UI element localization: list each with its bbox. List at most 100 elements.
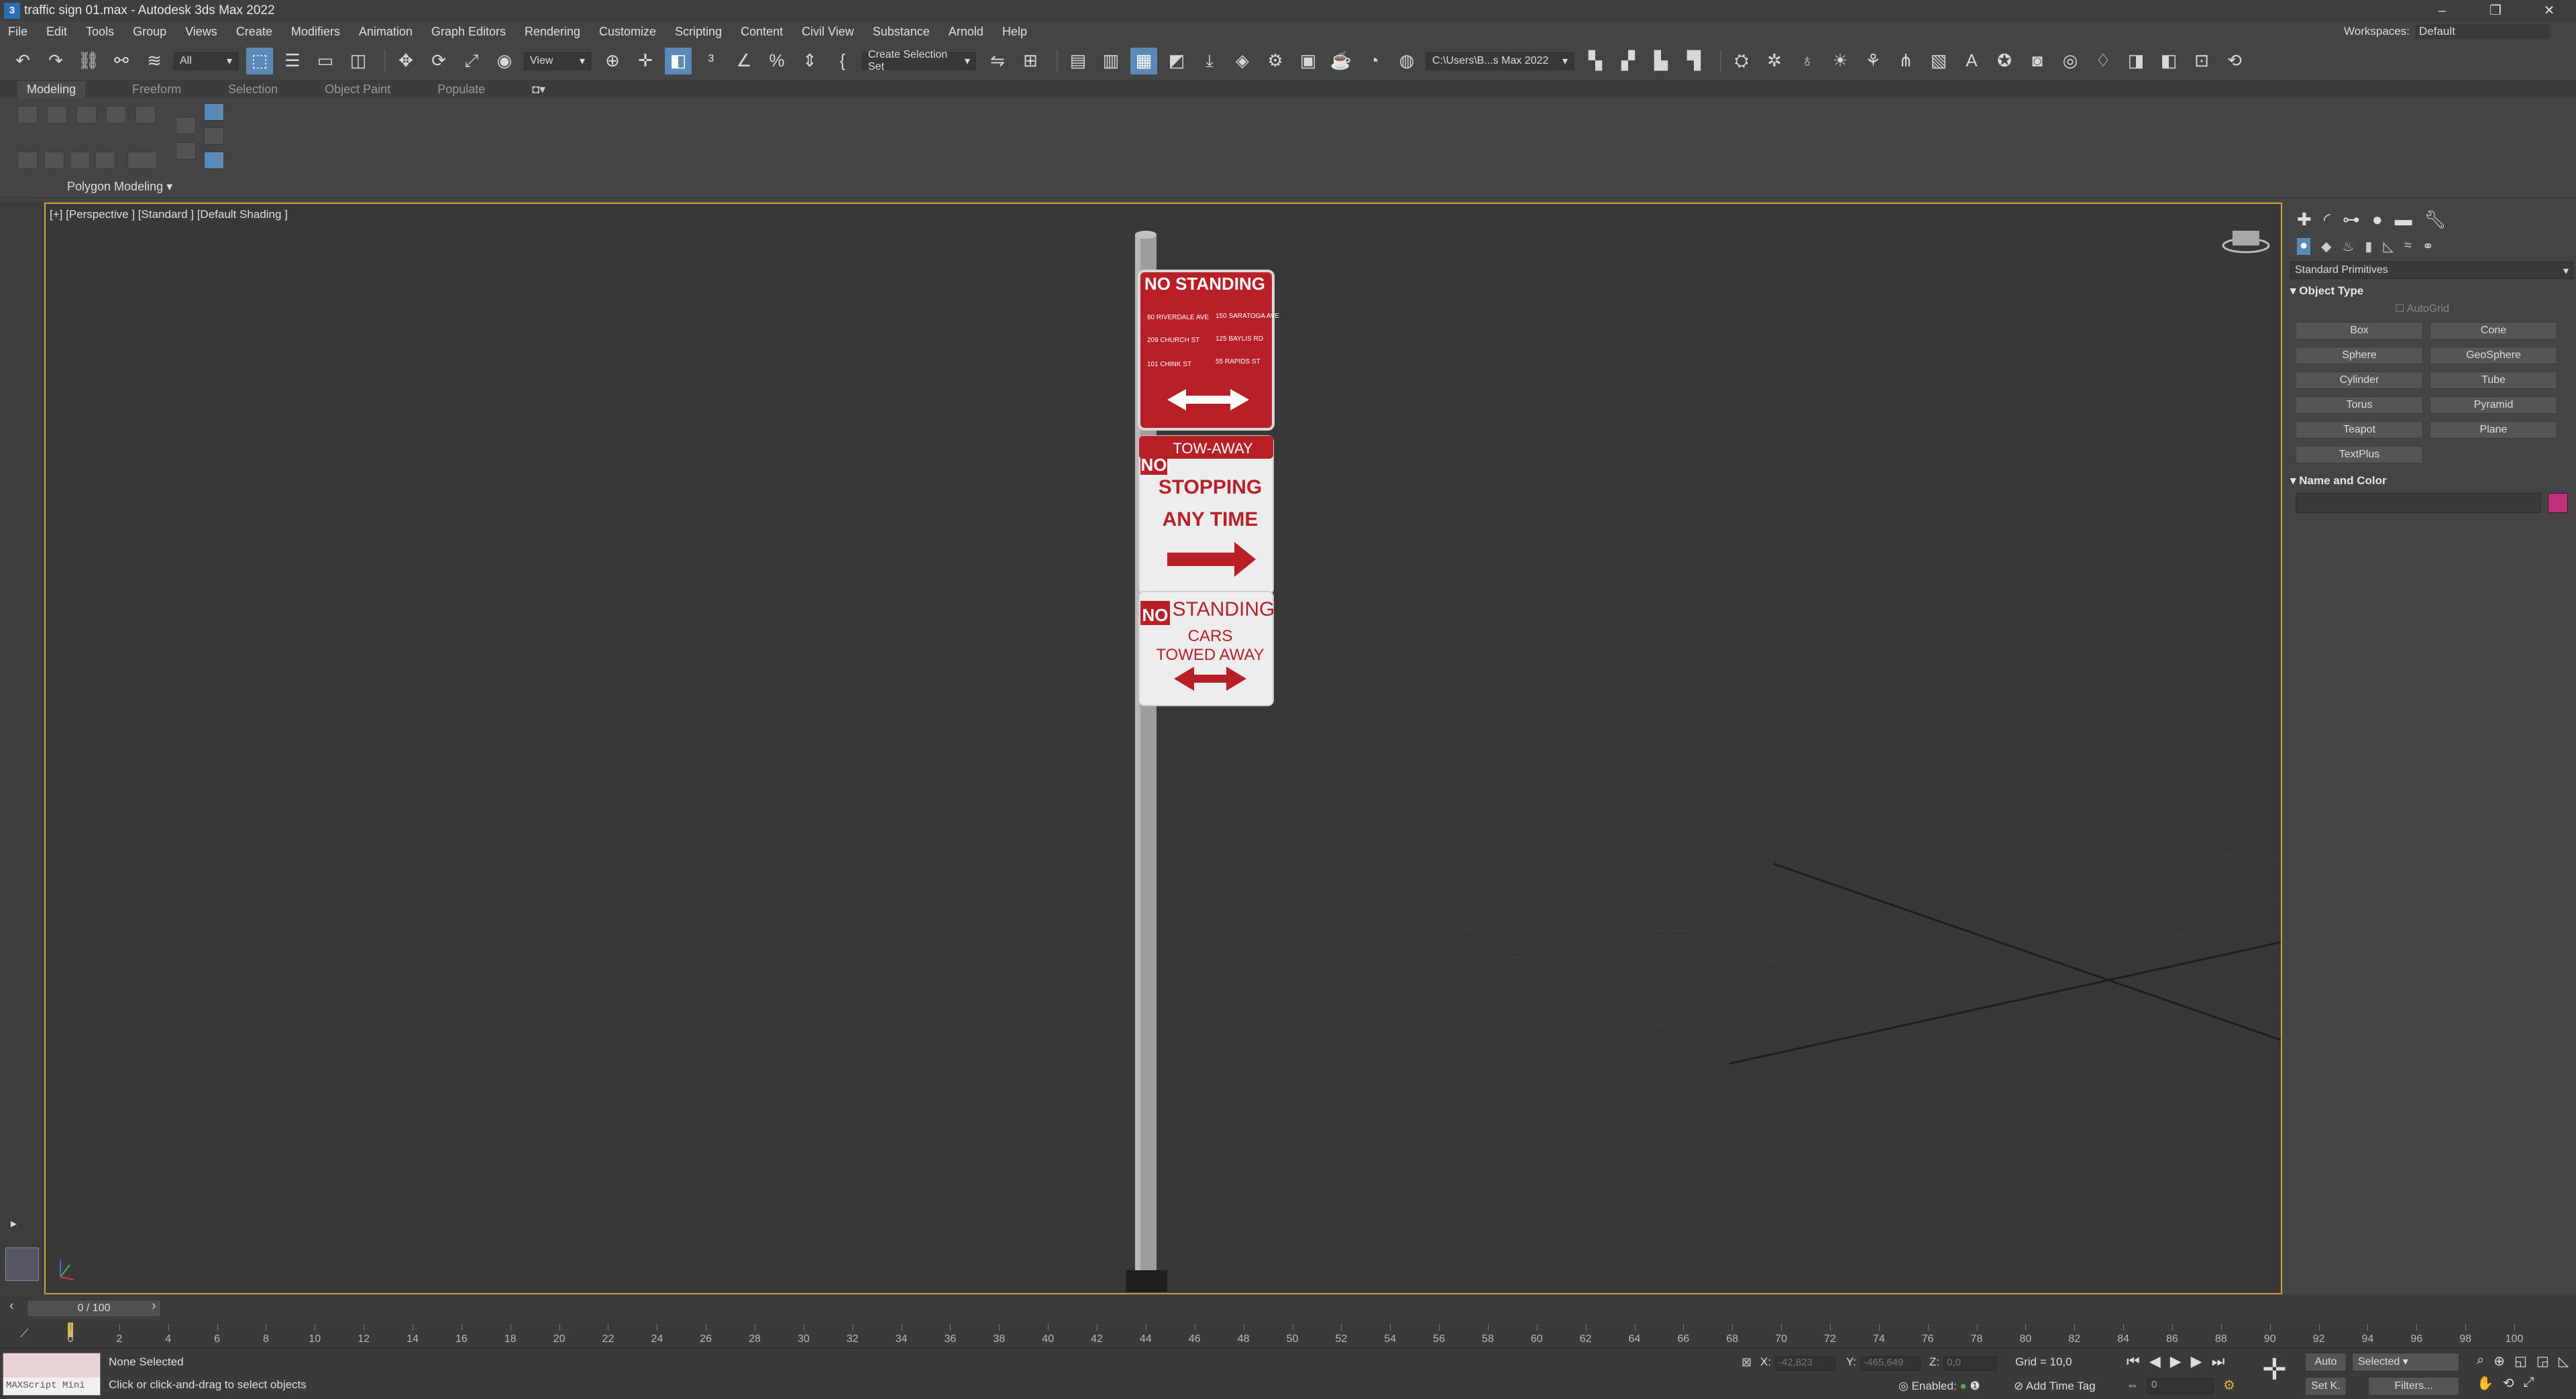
menu-arnold[interactable]: Arnold [949,25,983,39]
zoom-all-icon[interactable]: ⊕ [2493,1353,2505,1369]
teapot-button[interactable]: Teapot [2296,421,2423,439]
ribbon-active-tool-icon[interactable] [204,103,224,121]
menu-animation[interactable]: Animation [359,25,413,39]
box-button[interactable]: Box [2296,322,2423,339]
pyramid-button[interactable]: Pyramid [2430,396,2557,414]
bind-space-warp-icon[interactable]: ≋ [141,48,168,74]
open-container-icon[interactable]: ▙ [1648,48,1674,74]
ribbon-tool-icon[interactable] [136,106,156,123]
maxscript-listener[interactable]: MAXScript Mini [3,1353,101,1396]
object-type-rollout[interactable]: ▾ Object Type [2290,284,2573,298]
rendered-frame-window-icon[interactable]: ▣ [1295,48,1322,74]
go-to-start-icon[interactable]: ⏮ [2127,1353,2140,1370]
curve-editor-icon[interactable]: ◩ [1163,48,1190,74]
space-warps-icon[interactable]: ≈ [2404,238,2412,255]
field-of-view-icon[interactable]: ◺ [2559,1353,2569,1369]
current-frame-input[interactable]: 0 [2147,1378,2214,1394]
link-icon[interactable]: ⛓ [75,48,102,74]
menu-views[interactable]: Views [185,25,217,39]
scene-states-icon[interactable]: ▚ [1582,48,1609,74]
close-container-icon[interactable]: ▜ [1680,48,1707,74]
arnold-shader-icon[interactable]: ⋔ [1892,48,1919,74]
ribbon-tool-icon[interactable] [76,106,97,123]
adaptive-degradation-toggle[interactable]: ◎ Enabled: ● ❶ [1898,1380,1980,1393]
ribbon-active-tool-icon[interactable] [204,152,224,169]
ribbon-tool-icon[interactable] [47,106,67,123]
z-field[interactable]: 0,0 [1943,1356,1998,1371]
ribbon-tool-icon[interactable] [17,106,38,123]
arnold-ipr-icon[interactable]: ✲ [1761,48,1788,74]
scale-icon[interactable]: ⤢ [458,48,485,74]
redo-icon[interactable]: ↷ [42,48,69,74]
menu-tools[interactable]: Tools [86,25,114,39]
absolute-mode-icon[interactable]: ⊠ [1741,1355,1752,1369]
ribbon-tool-icon[interactable] [17,152,38,169]
hierarchy-tab-icon[interactable]: ⊶ [2343,209,2360,230]
create-tab-icon[interactable]: ✚ [2297,209,2312,230]
cylinder-button[interactable]: Cylinder [2296,372,2423,389]
zoom-extents-icon[interactable]: ◱ [2514,1353,2527,1369]
render-iterative-icon[interactable]: ◔ [1360,48,1387,74]
menu-create[interactable]: Create [236,25,272,39]
keyboard-shortcut-icon[interactable]: ✛ [632,48,659,74]
display-tab-icon[interactable]: ▬ [2395,209,2412,230]
angle-snap-icon[interactable]: ∠ [731,48,757,74]
spinner-snap-icon[interactable]: ⇕ [796,48,823,74]
bulb-icon[interactable]: ♢ [2090,48,2116,74]
align-icon[interactable]: ⊞ [1017,48,1044,74]
go-to-end-icon[interactable]: ⏭ [2212,1353,2225,1370]
helpers-icon[interactable]: ◺ [2383,238,2393,255]
tab-populate[interactable]: Populate [437,82,485,97]
tab-selection[interactable]: Selection [228,82,278,97]
object-name-input[interactable] [2296,493,2541,513]
zoom-extents-all-icon[interactable]: ◲ [2536,1353,2549,1369]
rotate-icon[interactable]: ⟳ [425,48,452,74]
project-folder-dropdown[interactable]: C:\Users\B...s Max 2022 ▾ [1426,52,1574,70]
auto-key-button[interactable]: Auto [2305,1353,2347,1372]
menu-civil-view[interactable]: Civil View [802,25,854,39]
key-filter-dropdown[interactable]: Selected ▾ [2352,1353,2459,1372]
arnold-book-icon[interactable]: ▧ [1925,48,1952,74]
unlink-icon[interactable]: ⚯ [108,48,135,74]
torus-button[interactable]: Torus [2296,396,2423,414]
arnold-light-group-icon[interactable]: ◎ [2057,48,2084,74]
snaps-toggle-icon[interactable]: ³ [698,48,724,74]
expand-arrow-icon[interactable]: ▸ [11,1217,17,1231]
next-frame-icon[interactable]: ▶ [2191,1353,2202,1370]
menu-file[interactable]: File [8,25,28,39]
zoom-icon[interactable]: ⌕ [2477,1353,2484,1369]
cameras-icon[interactable]: ▮ [2365,238,2372,255]
sync-icon[interactable]: ⟲ [2221,48,2248,74]
polygon-modeling-panel-title[interactable]: Polygon Modeling ▾ [67,180,172,194]
ribbon-options-icon[interactable]: ◘▾ [532,82,545,97]
material-editor-icon[interactable]: ◈ [1229,48,1256,74]
ribbon-tool-icon[interactable] [44,152,64,169]
select-object-icon[interactable]: ⬚ [246,47,273,74]
tube-button[interactable]: Tube [2430,372,2557,389]
tab-freeform[interactable]: Freeform [132,82,181,97]
perspective-viewport[interactable]: [+] [Perspective ] [Standard ] [Default … [44,203,2282,1294]
menu-content[interactable]: Content [741,25,783,39]
geosphere-button[interactable]: GeoSphere [2430,347,2557,364]
track-bar[interactable]: ⟋ 0 2 4 6 8 10 12 14 16 18 20 22 24 26 28 30 32 34 36 38 40 4… [0,1321,2576,1348]
panel-left-icon[interactable]: ◨ [2123,48,2149,74]
edit-named-selection-icon[interactable]: { [829,48,856,74]
menu-customize[interactable]: Customize [599,25,656,39]
ribbon-tool-icon[interactable] [95,152,115,169]
container-icon[interactable]: ▞ [1615,48,1642,74]
motion-tab-icon[interactable]: ● [2372,209,2383,230]
menu-rendering[interactable]: Rendering [525,25,580,39]
arnold-scene-icon[interactable]: ⚘ [1860,48,1886,74]
select-by-name-icon[interactable]: ☰ [279,48,306,74]
ribbon-tool-icon[interactable] [70,152,90,169]
pan-icon[interactable]: ✋ [2477,1375,2493,1392]
modify-tab-icon[interactable]: ◜ [2324,209,2330,230]
menu-graph-editors[interactable]: Graph Editors [431,25,506,39]
object-color-swatch[interactable] [2548,493,2568,513]
previous-frame-icon[interactable]: ◀ [2149,1353,2161,1370]
arnold-camera-icon[interactable]: ◙ [2024,48,2051,74]
place-icon[interactable]: ◉ [491,48,518,74]
pivot-point-icon[interactable]: ⊕ [599,48,626,74]
select-manipulate-icon[interactable]: ◧ [665,47,692,74]
tab-modeling[interactable]: Modeling [17,80,86,98]
